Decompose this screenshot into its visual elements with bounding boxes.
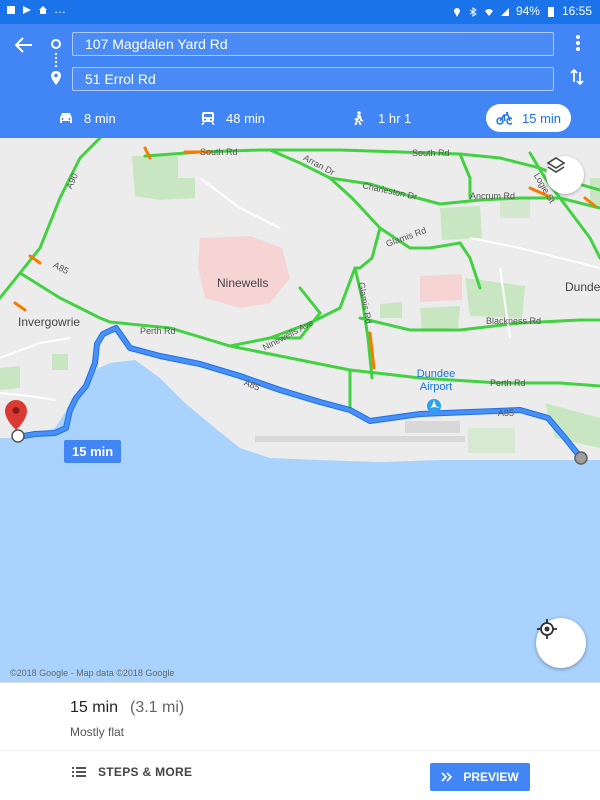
map-view[interactable]: South Rd South Rd Arran Dr Charleston Dr… bbox=[0, 138, 600, 682]
airport-apron bbox=[405, 421, 460, 433]
tab-transit-label: 48 min bbox=[226, 110, 266, 126]
origin-field[interactable]: 107 Magdalen Yard Rd bbox=[72, 32, 554, 56]
route-actions: STEPS & MORE PREVIEW bbox=[0, 750, 600, 800]
status-bar-notifications: … bbox=[6, 2, 66, 16]
map-layers-button[interactable] bbox=[546, 156, 584, 194]
map-copyright: ©2018 Google - Map data ©2018 Google bbox=[10, 668, 175, 678]
park-area bbox=[468, 428, 515, 453]
park-area bbox=[0, 366, 20, 390]
signal-icon bbox=[500, 6, 510, 16]
map-label-south-rd: South Rd bbox=[200, 147, 238, 157]
park-area bbox=[420, 306, 460, 330]
directions-header: 107 Magdalen Yard Rd 51 Errol Rd 8 min 4… bbox=[0, 24, 600, 138]
steps-and-more-label: STEPS & MORE bbox=[98, 765, 193, 779]
travel-mode-tabs: 8 min 48 min 1 hr 1 15 min bbox=[0, 102, 600, 132]
park-area bbox=[440, 206, 482, 240]
map-label-ancrum-rd: Ancrum Rd bbox=[470, 191, 516, 201]
map-label-perth-rd: Perth Rd bbox=[140, 326, 176, 336]
arrow-left-icon bbox=[14, 37, 32, 53]
park-area bbox=[132, 156, 195, 200]
swap-route-button[interactable] bbox=[568, 68, 586, 88]
walk-icon bbox=[354, 111, 364, 125]
bicycle-icon bbox=[496, 111, 512, 125]
back-button[interactable] bbox=[12, 34, 36, 58]
car-icon bbox=[60, 113, 72, 123]
road-minor bbox=[199, 177, 281, 229]
location-icon bbox=[452, 6, 462, 17]
layers-icon bbox=[546, 157, 566, 173]
map-label-dundee-airport: Dundee Airport bbox=[416, 368, 456, 393]
road-local bbox=[353, 226, 382, 270]
train-icon bbox=[201, 112, 215, 125]
road-perth-rd bbox=[108, 320, 600, 388]
route-summary[interactable]: 15 min (3.1 mi) Mostly flat bbox=[0, 682, 600, 750]
tab-driving[interactable]: 8 min bbox=[58, 104, 116, 132]
route-end-marker bbox=[11, 429, 25, 443]
road-local bbox=[458, 152, 472, 200]
road-minor bbox=[469, 237, 600, 269]
road-minor bbox=[0, 392, 56, 401]
hospital-area bbox=[420, 274, 462, 302]
preview-label: PREVIEW bbox=[463, 770, 519, 784]
map-label-ninewells: Ninewells bbox=[217, 276, 269, 290]
route-connector bbox=[55, 53, 57, 67]
battery-percent: 94% bbox=[515, 4, 540, 18]
park-area bbox=[380, 302, 402, 318]
swap-vert-icon bbox=[570, 68, 584, 86]
tab-walking-label: 1 hr 1 bbox=[378, 110, 412, 126]
battery-icon bbox=[546, 6, 556, 17]
tab-driving-label: 8 min bbox=[84, 110, 116, 126]
my-location-button[interactable] bbox=[536, 618, 586, 668]
more-notifications-icon: … bbox=[54, 2, 66, 16]
more-vert-icon bbox=[576, 35, 580, 51]
list-icon bbox=[72, 767, 86, 777]
map-label-blackness-rd: Blackness Rd bbox=[486, 316, 542, 326]
destination-field[interactable]: 51 Errol Rd bbox=[72, 67, 554, 91]
airport-runway bbox=[255, 436, 465, 442]
route-start-marker bbox=[574, 451, 588, 465]
route-terrain: Mostly flat bbox=[70, 725, 125, 739]
tab-cycling[interactable]: 15 min bbox=[486, 104, 572, 132]
park-area bbox=[500, 198, 530, 218]
crosshair-icon bbox=[537, 619, 557, 639]
destination-pin-icon bbox=[50, 71, 62, 85]
destination-pin-icon bbox=[5, 400, 27, 430]
origin-marker-icon bbox=[51, 39, 61, 49]
home-icon bbox=[38, 4, 48, 14]
steps-and-more-button[interactable]: STEPS & MORE bbox=[72, 765, 192, 779]
double-chevron-right-icon bbox=[441, 772, 453, 782]
map-label-perth-rd: Perth Rd bbox=[490, 378, 526, 388]
hospital-area bbox=[198, 236, 290, 308]
bluetooth-icon bbox=[468, 6, 478, 17]
tab-transit[interactable]: 48 min bbox=[200, 104, 265, 132]
airport-icon bbox=[427, 399, 441, 413]
map-label-south-rd: South Rd bbox=[412, 148, 450, 158]
map-label-dundee: Dunde bbox=[565, 280, 600, 294]
tab-walking[interactable]: 1 hr 1 bbox=[352, 104, 411, 132]
wifi-icon bbox=[484, 6, 494, 16]
road-a90 bbox=[0, 138, 102, 300]
more-options-button[interactable] bbox=[570, 34, 586, 54]
tab-cycling-label: 15 min bbox=[522, 110, 562, 126]
notification-icon bbox=[6, 4, 16, 14]
status-bar-system: 94% 16:55 bbox=[452, 4, 592, 18]
road-traffic-orange bbox=[13, 301, 27, 312]
map-label-invergowrie: Invergowrie bbox=[18, 315, 81, 329]
map-label-a85: A85 bbox=[498, 408, 515, 418]
clock: 16:55 bbox=[561, 4, 592, 18]
route-time: 15 min bbox=[70, 699, 119, 716]
road-blackness-rd bbox=[358, 316, 600, 332]
preview-button[interactable]: PREVIEW bbox=[430, 763, 530, 791]
park-area bbox=[52, 354, 68, 370]
route-duration-callout[interactable]: 15 min bbox=[64, 440, 122, 463]
status-bar: … 94% 16:55 bbox=[0, 0, 600, 24]
play-store-icon bbox=[22, 4, 32, 14]
park-area bbox=[465, 278, 525, 318]
route-distance: (3.1 mi) bbox=[130, 699, 185, 716]
